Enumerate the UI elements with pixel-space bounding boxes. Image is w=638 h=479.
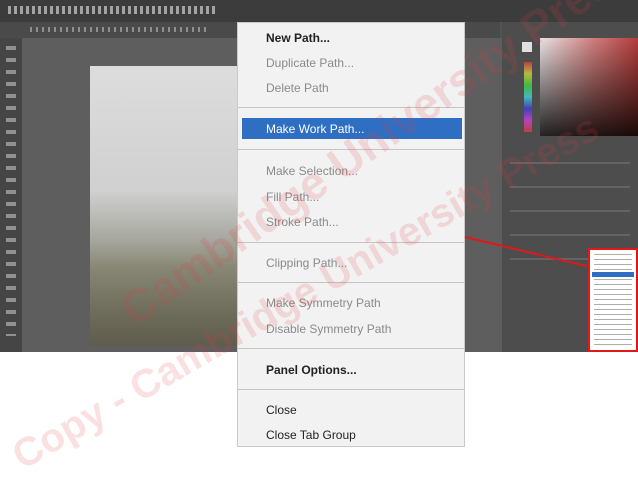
menu-item-close-tab-group[interactable]: Close Tab Group: [266, 425, 356, 445]
hue-slider[interactable]: [524, 62, 532, 132]
menu-item-delete-path[interactable]: Delete Path: [266, 78, 329, 98]
inset-menu-rows: [594, 254, 632, 348]
tools-panel[interactable]: [0, 38, 22, 352]
menu-bar-items[interactable]: [8, 6, 218, 14]
menu-item-new-path[interactable]: New Path...: [266, 28, 330, 48]
menu-separator: [238, 348, 464, 349]
tool-icons[interactable]: [6, 46, 16, 336]
menu-item-duplicate-path[interactable]: Duplicate Path...: [266, 53, 354, 73]
inset-highlight: [592, 272, 634, 277]
options-bar-controls[interactable]: [30, 27, 210, 32]
callout-zoom-inset: [588, 248, 638, 352]
menu-item-panel-options[interactable]: Panel Options...: [266, 360, 357, 380]
menu-separator: [238, 389, 464, 390]
menu-item-close[interactable]: Close: [266, 400, 297, 420]
